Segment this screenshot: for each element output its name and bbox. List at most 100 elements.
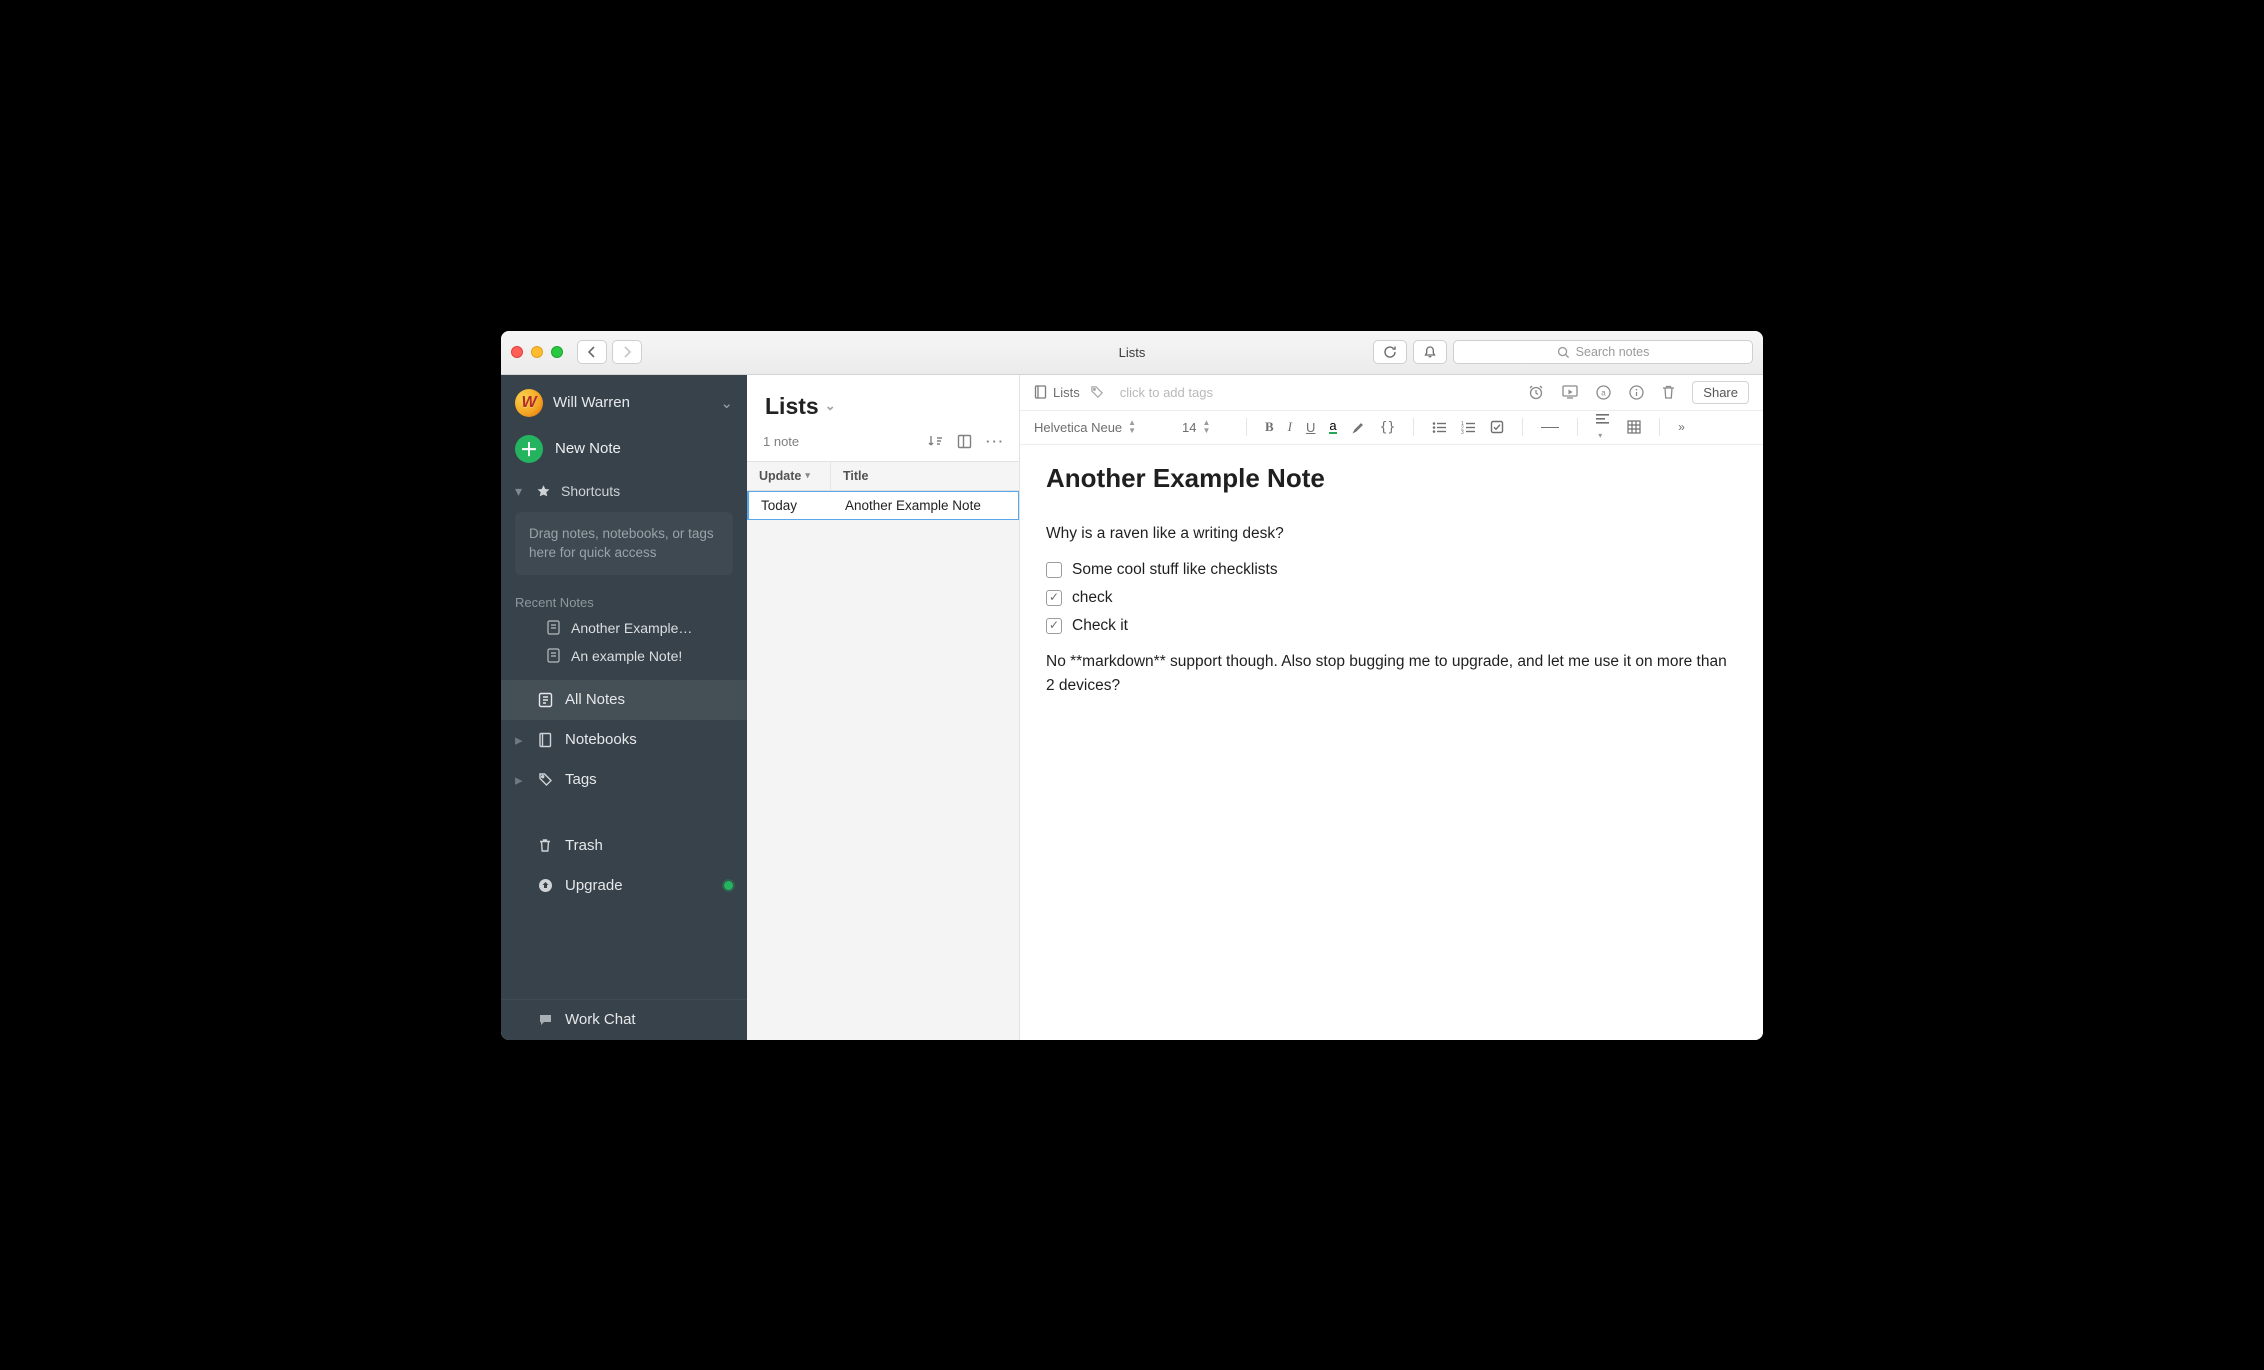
format-toolbar: Helvetica Neue ▲▼ 14 ▲▼ B I U a {} (1020, 411, 1763, 445)
checklist-text: check (1072, 586, 1113, 610)
note-title[interactable]: Another Example Note (1020, 445, 1763, 504)
stepper-icon: ▲▼ (1202, 419, 1210, 435)
more-options-button[interactable]: ··· (986, 434, 1005, 449)
app-window: Lists Search notes W Will Warren (501, 331, 1763, 1040)
more-formatting-button[interactable]: » (1678, 420, 1683, 434)
delete-button[interactable] (1661, 384, 1676, 401)
recent-note-label: Another Example… (571, 620, 692, 636)
font-select[interactable]: Helvetica Neue ▲▼ (1034, 419, 1174, 435)
note-icon (545, 620, 561, 636)
checkbox[interactable] (1046, 562, 1062, 578)
bullet-list-button[interactable] (1432, 421, 1447, 434)
minimize-window-button[interactable] (531, 346, 543, 358)
sync-button[interactable] (1373, 340, 1407, 364)
note-list-row[interactable]: Today Another Example Note (747, 491, 1019, 520)
chevron-right-icon: ▸ (515, 771, 525, 789)
sidebar-workchat[interactable]: Work Chat (501, 1000, 747, 1040)
tags-input[interactable]: click to add tags (1120, 385, 1213, 400)
numbered-list-button[interactable]: 123 (1461, 421, 1476, 434)
highlight-button[interactable] (1351, 420, 1366, 435)
notebook-icon (1034, 385, 1047, 399)
tags-label: Tags (565, 771, 597, 788)
recent-note-item[interactable]: Another Example… (501, 614, 747, 642)
checklist-button[interactable] (1490, 420, 1504, 434)
paragraph: Why is a raven like a writing desk? (1046, 522, 1737, 546)
checklist-text: Check it (1072, 614, 1128, 638)
chevron-down-icon: ▾ (805, 470, 810, 481)
checklist-item[interactable]: Check it (1046, 614, 1737, 638)
titlebar: Lists Search notes (501, 331, 1763, 375)
chevron-down-icon: ⌄ (825, 398, 836, 414)
annotate-button[interactable]: a (1595, 384, 1612, 401)
maximize-window-button[interactable] (551, 346, 563, 358)
sidebar-all-notes[interactable]: All Notes (501, 680, 747, 720)
stepper-icon: ▲▼ (1128, 419, 1136, 435)
new-note-label: New Note (555, 440, 621, 457)
alignment-button[interactable]: ▾ (1596, 414, 1613, 441)
star-icon (535, 483, 551, 499)
checklist-item[interactable]: check (1046, 586, 1737, 610)
account-menu[interactable]: W Will Warren ⌄ (501, 375, 747, 427)
checkbox[interactable] (1046, 618, 1062, 634)
bold-button[interactable]: B (1265, 419, 1274, 435)
plus-icon: ＋ (515, 435, 543, 463)
chevron-down-icon: ⌄ (720, 394, 733, 412)
user-name: Will Warren (553, 394, 630, 411)
notebook-selector[interactable]: Lists ⌄ (765, 393, 1001, 420)
info-button[interactable] (1628, 384, 1645, 401)
svg-text:a: a (1602, 388, 1607, 397)
sidebar: W Will Warren ⌄ ＋ New Note ▾ Shortcuts D… (501, 375, 747, 1040)
recent-note-item[interactable]: An example Note! (501, 642, 747, 670)
reminder-button[interactable] (1527, 383, 1545, 401)
workchat-label: Work Chat (565, 1011, 636, 1028)
notebooks-label: Notebooks (565, 731, 637, 748)
sidebar-notebooks[interactable]: ▸ Notebooks (501, 720, 747, 760)
table-button[interactable] (1627, 420, 1641, 434)
italic-button[interactable]: I (1288, 419, 1292, 435)
checkbox[interactable] (1046, 590, 1062, 606)
sidebar-tags[interactable]: ▸ Tags (501, 760, 747, 800)
notebook-crumb[interactable]: Lists (1034, 385, 1080, 400)
notebook-title: Lists (765, 393, 819, 420)
close-window-button[interactable] (511, 346, 523, 358)
code-block-button[interactable]: {} (1380, 420, 1396, 435)
search-icon (1557, 346, 1570, 359)
recent-note-label: An example Note! (571, 648, 682, 664)
notes-icon (537, 692, 553, 708)
chevron-right-icon: ▸ (515, 731, 525, 749)
shortcuts-dropzone[interactable]: Drag notes, notebooks, or tags here for … (515, 512, 733, 575)
column-title[interactable]: Title (831, 462, 1019, 490)
note-icon (545, 648, 561, 664)
text-color-button[interactable]: a (1329, 421, 1336, 434)
note-list-empty-area (747, 520, 1019, 1040)
view-toggle-button[interactable] (957, 434, 972, 449)
search-placeholder: Search notes (1576, 345, 1650, 359)
back-button[interactable] (577, 340, 607, 364)
window-controls (511, 346, 563, 358)
sidebar-trash[interactable]: Trash (501, 826, 747, 866)
column-update[interactable]: Update ▾ (747, 462, 831, 490)
checklist-text: Some cool stuff like checklists (1072, 558, 1278, 582)
editor-panel: Lists click to add tags a (1020, 375, 1763, 1040)
note-list-header: Update ▾ Title (747, 462, 1019, 491)
search-input[interactable]: Search notes (1453, 340, 1753, 364)
recent-notes-label: Recent Notes (501, 587, 747, 614)
horizontal-rule-button[interactable] (1541, 427, 1559, 428)
underline-button[interactable]: U (1306, 420, 1315, 435)
forward-button[interactable] (612, 340, 642, 364)
sidebar-upgrade[interactable]: Upgrade (501, 866, 747, 906)
font-size-select[interactable]: 14 ▲▼ (1182, 419, 1228, 435)
present-button[interactable] (1561, 384, 1579, 400)
upgrade-label: Upgrade (565, 877, 623, 894)
tag-icon (537, 772, 553, 788)
new-note-button[interactable]: ＋ New Note (501, 427, 747, 477)
all-notes-label: All Notes (565, 691, 625, 708)
notifications-button[interactable] (1413, 340, 1447, 364)
sidebar-shortcuts[interactable]: ▾ Shortcuts (501, 477, 747, 506)
note-body[interactable]: Why is a raven like a writing desk? Some… (1020, 504, 1763, 716)
share-button[interactable]: Share (1692, 381, 1749, 404)
tag-icon[interactable] (1090, 385, 1104, 399)
shortcuts-label: Shortcuts (561, 483, 620, 499)
checklist-item[interactable]: Some cool stuff like checklists (1046, 558, 1737, 582)
sort-button[interactable] (927, 434, 943, 449)
